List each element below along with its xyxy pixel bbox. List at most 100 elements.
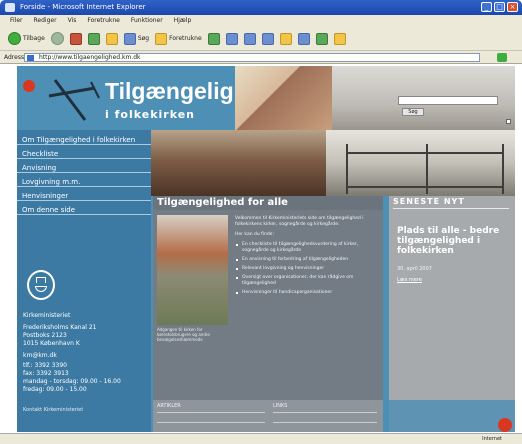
ie-icon [5, 3, 15, 12]
stop-icon [69, 32, 82, 45]
site-subtitle: i folkekirken [105, 108, 196, 121]
contact-city: 1015 København K [23, 340, 80, 347]
news-date: 30. april 2007 [397, 266, 432, 272]
checkbox-icon[interactable] [506, 119, 511, 124]
mail-button[interactable] [243, 32, 256, 45]
address-bar: Adresse http://www.tilgaengelighed.km.dk [0, 51, 522, 64]
contact-org: Kirkeministeriet [23, 312, 71, 319]
edit-button[interactable] [279, 32, 292, 45]
red-dot-logo-icon [23, 80, 35, 92]
discuss-icon [297, 32, 310, 45]
favorites-button[interactable]: Foretrukne [155, 32, 202, 45]
search-toolbar-button[interactable]: Søg [123, 32, 150, 45]
discuss-button[interactable] [297, 32, 310, 45]
news-divider [393, 208, 509, 209]
feature-list: En checkliste til tilgængelighedsvurderi… [235, 242, 381, 296]
list-item: Relevant lovgivning og henvisninger [235, 266, 381, 272]
menu-help[interactable]: Hjælp [174, 17, 192, 27]
maximize-button[interactable]: □ [494, 2, 505, 12]
contact-hours-friday: fredag: 09.00 - 15.00 [23, 386, 87, 393]
news-read-more-link[interactable]: Læs mere [397, 277, 422, 283]
menu-edit[interactable]: Rediger [34, 17, 57, 27]
news-heading: SENESTE NYT [393, 197, 465, 206]
printer-icon [261, 32, 274, 45]
menu-bar: Filer Rediger Vis Foretrukne Funktioner … [0, 15, 522, 27]
window-controls: _ □ × [481, 2, 518, 12]
main-heading: Tilgængelighed for alle [153, 196, 383, 210]
nav-item-legislation[interactable]: Lovgivning m.m. [17, 177, 151, 187]
print-button[interactable] [261, 32, 274, 45]
photo-caption: Adgangen til kirken for kørestolsbrugere… [157, 327, 210, 342]
list-item: Oversigt over organisationer, der kan rå… [235, 275, 381, 287]
status-bar: Internet [0, 433, 522, 444]
browser-toolbar: Tilbage Søg Foretrukne [0, 27, 522, 51]
research-button[interactable] [333, 32, 346, 45]
minimize-button[interactable]: _ [481, 2, 492, 12]
address-input[interactable]: http://www.tilgaengelighed.km.dk [24, 53, 480, 62]
refresh-button[interactable] [87, 32, 100, 45]
go-button[interactable] [497, 53, 507, 62]
menu-tools[interactable]: Funktioner [131, 17, 163, 27]
list-item: En checkliste til tilgængelighedsvurderi… [235, 242, 381, 254]
folder-icon [279, 32, 292, 45]
magnifier-icon [123, 32, 136, 45]
forward-arrow-icon [50, 32, 64, 45]
star-icon [155, 32, 168, 45]
contact-hours-weekday: mandag - torsdag: 09.00 - 16.00 [23, 378, 121, 385]
footer-contact-label[interactable]: Kontakt Kirkeministeriet [23, 407, 83, 413]
church-interior-photo [151, 130, 326, 196]
history-button[interactable] [225, 32, 238, 45]
crown-seal-icon [27, 270, 55, 300]
window-title: Forside - Microsoft Internet Explorer [20, 3, 146, 11]
cross-logo-icon [48, 79, 100, 121]
contact-phone: tlf.: 3392 3390 [23, 362, 67, 369]
contact-fax: fax: 3392 3913 [23, 370, 69, 377]
nav-item-about-site[interactable]: Om denne side [17, 205, 151, 215]
search-toolbar-label: Søg [137, 35, 150, 42]
sidebar-nav: Om Tilgængelighed i folkekirken Checklis… [17, 130, 151, 240]
church-path-photo [157, 215, 228, 325]
lead-paragraph: Her kan du finde: [235, 232, 274, 237]
header-photo-wall [235, 66, 332, 130]
back-label: Tilbage [23, 35, 45, 42]
address-value: http://www.tilgaengelighed.km.dk [39, 54, 141, 61]
media-button[interactable] [207, 32, 220, 45]
news-title[interactable]: Plads til alle - bedre tilgængelighed i … [397, 226, 505, 256]
menu-file[interactable]: Filer [10, 17, 23, 27]
church-gate-photo [326, 130, 515, 196]
nav-item-checklist[interactable]: Checkliste [17, 149, 151, 159]
nav-item-about[interactable]: Om Tilgængelighed i folkekirken [17, 135, 151, 145]
mail-icon [243, 32, 256, 45]
contact-postbox: Postboks 2123 [23, 332, 67, 339]
back-button[interactable]: Tilbage [8, 32, 45, 45]
refresh-icon [87, 32, 100, 45]
contact-panel: Kirkeministeriet Frederiksholms Kanal 21… [17, 240, 151, 400]
media-icon [207, 32, 220, 45]
footer-links: ARTIKLER LINKS [153, 400, 383, 432]
messenger-button[interactable] [315, 32, 328, 45]
stop-button[interactable] [69, 32, 82, 45]
home-button[interactable] [105, 32, 118, 45]
site-search-button[interactable]: Søg [402, 108, 424, 116]
menu-view[interactable]: Vis [68, 17, 77, 27]
close-button[interactable]: × [507, 2, 518, 12]
menu-favorites[interactable]: Foretrukne [87, 17, 120, 27]
red-dot-icon [498, 418, 512, 432]
nav-item-guidance[interactable]: Anvisning [17, 163, 151, 173]
nav-item-references[interactable]: Henvisninger [17, 191, 151, 201]
messenger-icon [315, 32, 328, 45]
back-arrow-icon [8, 32, 21, 45]
contact-email[interactable]: km@km.dk [23, 352, 57, 359]
status-zone: Internet [482, 436, 502, 442]
list-item: En anvisning til forbedring af tilgængel… [235, 257, 381, 263]
home-icon [105, 32, 118, 45]
list-item: Henvisninger til handicaporganisationer [235, 290, 381, 296]
history-icon [225, 32, 238, 45]
page-icon [27, 55, 34, 61]
forward-button[interactable] [50, 32, 64, 45]
footer-col-articles: ARTIKLER [157, 403, 181, 409]
footer-col-links: LINKS [273, 403, 288, 409]
site-search-input[interactable] [398, 96, 498, 105]
research-icon [333, 32, 346, 45]
window-titlebar: Forside - Microsoft Internet Explorer _ … [0, 0, 522, 15]
